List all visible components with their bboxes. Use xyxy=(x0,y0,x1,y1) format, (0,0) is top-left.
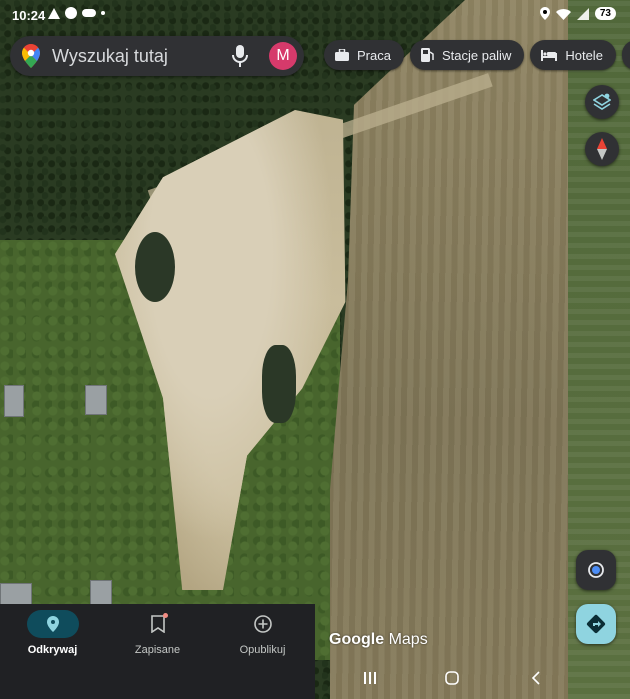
logo-maps-text: Maps xyxy=(388,631,428,648)
nav-label: Zapisane xyxy=(134,644,181,656)
dot-icon xyxy=(101,11,105,15)
mic-icon[interactable] xyxy=(232,45,248,67)
back-icon[interactable] xyxy=(529,670,545,686)
messenger-icon xyxy=(65,7,77,19)
category-chips: Praca Stacje paliw Hotele S xyxy=(324,40,630,70)
chip-label: Stacje paliw xyxy=(441,47,512,63)
bottom-navigation: Odkrywaj Zapisane Opublikuj xyxy=(0,604,315,699)
chip-stacje-paliw[interactable]: Stacje paliw xyxy=(409,40,525,70)
home-icon[interactable] xyxy=(444,670,460,686)
bed-icon xyxy=(541,49,558,61)
battery-icon: 73 xyxy=(594,7,616,20)
add-circle-icon xyxy=(253,615,272,633)
chip-label: Praca xyxy=(357,47,391,63)
pond xyxy=(262,345,296,423)
satellite-map[interactable] xyxy=(0,0,630,699)
system-navigation-bar xyxy=(315,660,630,699)
my-location-icon xyxy=(588,562,604,578)
nav-item-opublikuj[interactable]: Opublikuj xyxy=(210,604,315,656)
avatar[interactable]: M xyxy=(269,42,297,70)
cloud-icon xyxy=(82,9,96,17)
building xyxy=(4,385,24,417)
google-maps-pin-icon xyxy=(22,44,40,68)
layers-icon xyxy=(593,93,611,110)
compass-button[interactable] xyxy=(585,132,619,166)
chip-hotele[interactable]: Hotele xyxy=(530,40,616,70)
briefcase-icon xyxy=(335,49,349,61)
my-location-button[interactable] xyxy=(576,550,616,590)
chip-more[interactable]: S xyxy=(621,40,630,70)
explore-pin-icon xyxy=(46,616,59,632)
signal-icon xyxy=(576,7,589,20)
directions-button[interactable] xyxy=(576,604,616,644)
recents-icon[interactable] xyxy=(362,670,378,686)
nav-label: Opublikuj xyxy=(239,644,286,656)
building xyxy=(85,385,107,415)
google-maps-logo: Google Maps xyxy=(329,631,428,649)
wifi-icon xyxy=(555,8,571,20)
nav-item-odkrywaj[interactable]: Odkrywaj xyxy=(0,604,105,656)
bookmark-icon xyxy=(150,615,165,633)
clock: 10:24 xyxy=(12,8,46,23)
status-bar: 10:24 73 xyxy=(0,0,630,32)
nav-label: Odkrywaj xyxy=(27,644,78,656)
chip-label: Hotele xyxy=(565,47,603,63)
logo-google-text: Google xyxy=(329,631,385,648)
compass-icon xyxy=(597,138,607,160)
directions-icon xyxy=(586,614,606,634)
alert-icon xyxy=(48,7,60,19)
nav-item-zapisane[interactable]: Zapisane xyxy=(105,604,210,656)
search-bar[interactable]: Wyszukaj tutaj M xyxy=(10,36,304,76)
building xyxy=(90,580,112,606)
gas-station-icon xyxy=(420,48,434,62)
location-icon xyxy=(539,7,550,20)
layers-button[interactable] xyxy=(585,85,619,119)
pond xyxy=(135,232,175,302)
chip-praca[interactable]: Praca xyxy=(324,40,404,70)
notification-dot xyxy=(162,613,168,618)
search-input[interactable]: Wyszukaj tutaj xyxy=(52,46,168,67)
